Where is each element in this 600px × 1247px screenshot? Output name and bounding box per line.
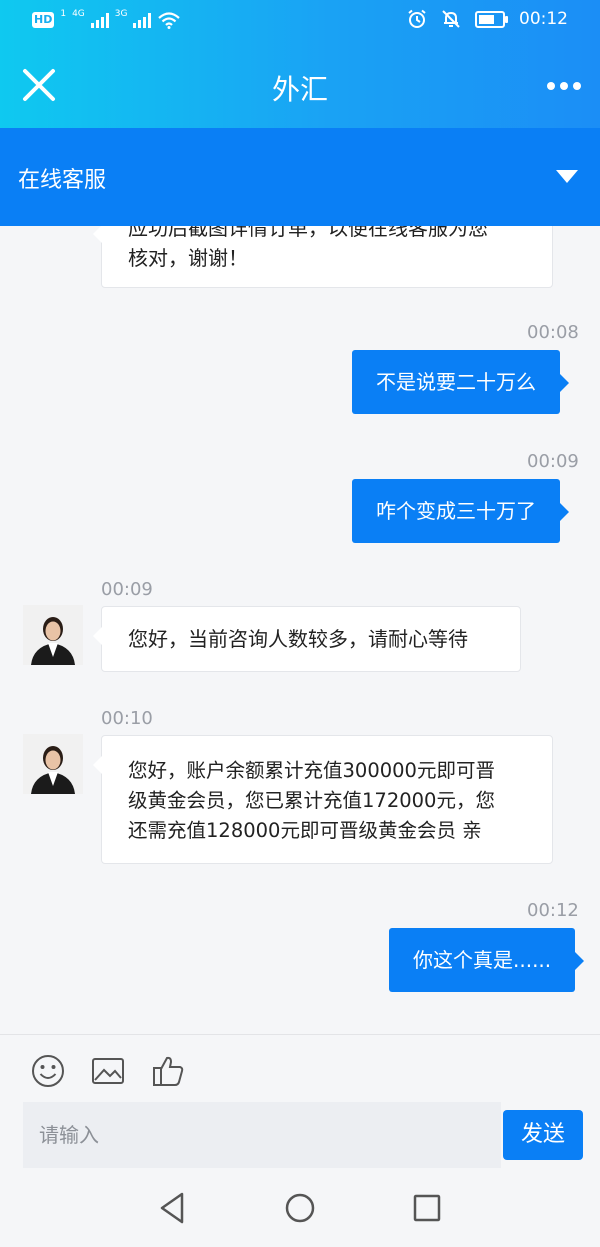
agent-avatar-image	[23, 605, 83, 665]
online-service-bar[interactable]: 在线客服	[0, 128, 600, 226]
message-timestamp: 00:08	[527, 322, 579, 343]
chat-area[interactable]: 应功后截图详情订单，以便在线客服为您 核对，谢谢！ 00:08 不是说要二十万么…	[0, 226, 600, 1034]
network-4g-label: 4G	[72, 9, 85, 19]
status-right: 00:12	[407, 9, 568, 29]
agent-message-bubble: 应功后截图详情订单，以便在线客服为您 核对，谢谢！	[93, 226, 553, 288]
message-input[interactable]	[23, 1102, 501, 1168]
thumbs-up-icon[interactable]	[151, 1053, 187, 1089]
message-text-line: 级黄金会员，您已累计充值172000元，您	[128, 789, 495, 812]
alarm-icon	[408, 9, 426, 28]
message-text-line: 应功后截图详情订单，以便在线客服为您	[128, 226, 488, 240]
user-message-bubble: 你这个真是......	[389, 928, 585, 992]
battery-icon	[475, 10, 508, 28]
message-timestamp: 00:09	[101, 579, 153, 600]
more-options-icon[interactable]	[542, 74, 586, 98]
hd-badge: HD	[32, 12, 55, 28]
user-message-bubble: 咋个变成三十万了	[352, 479, 569, 543]
message-text-line: 还需充值128000元即可晋级黄金会员 亲	[128, 819, 482, 842]
system-nav-bar	[0, 1168, 600, 1247]
status-left: HD 1 4G 3G	[32, 9, 181, 29]
back-icon[interactable]	[152, 1188, 192, 1228]
message-timestamp: 00:10	[101, 708, 153, 729]
agent-message-bubble: 您好，账户余额累计充值300000元即可晋 级黄金会员，您已累计充值172000…	[93, 735, 553, 864]
chevron-down-icon[interactable]	[556, 170, 578, 183]
signal-4g-icon	[90, 12, 109, 28]
agent-avatar-image	[23, 734, 83, 794]
network-3g-label: 3G	[114, 9, 128, 19]
title-bar: 外汇	[0, 44, 600, 128]
page-title: 外汇	[271, 73, 328, 106]
image-icon[interactable]	[90, 1053, 126, 1089]
message-text-line: 核对，谢谢！	[128, 246, 248, 270]
wifi-icon	[158, 12, 181, 29]
recents-icon[interactable]	[407, 1188, 447, 1228]
status-time: 00:12	[519, 9, 568, 29]
send-button[interactable]: 发送	[503, 1110, 583, 1160]
user-message-bubble: 不是说要二十万么	[352, 350, 569, 414]
online-service-label: 在线客服	[18, 168, 107, 193]
signal-3g-icon	[133, 12, 152, 28]
home-icon[interactable]	[280, 1188, 320, 1228]
emoji-icon[interactable]	[30, 1053, 66, 1089]
agent-avatar[interactable]	[23, 734, 83, 794]
message-timestamp: 00:09	[527, 451, 579, 472]
composer-toolbar	[0, 1034, 600, 1103]
sim-indicator: 1	[60, 9, 67, 19]
message-timestamp: 00:12	[527, 900, 579, 921]
message-text-line: 您好，账户余额累计充值300000元即可晋	[128, 759, 495, 782]
agent-message-bubble: 您好，当前咨询人数较多，请耐心等待	[93, 606, 521, 672]
app-header: HD 1 4G 3G 00:12 外汇	[0, 0, 600, 128]
status-bar: HD 1 4G 3G 00:12	[0, 0, 600, 44]
message-text: 您好，当前咨询人数较多，请耐心等待	[128, 627, 468, 651]
agent-avatar[interactable]	[23, 605, 83, 665]
mute-bell-icon	[442, 10, 460, 28]
